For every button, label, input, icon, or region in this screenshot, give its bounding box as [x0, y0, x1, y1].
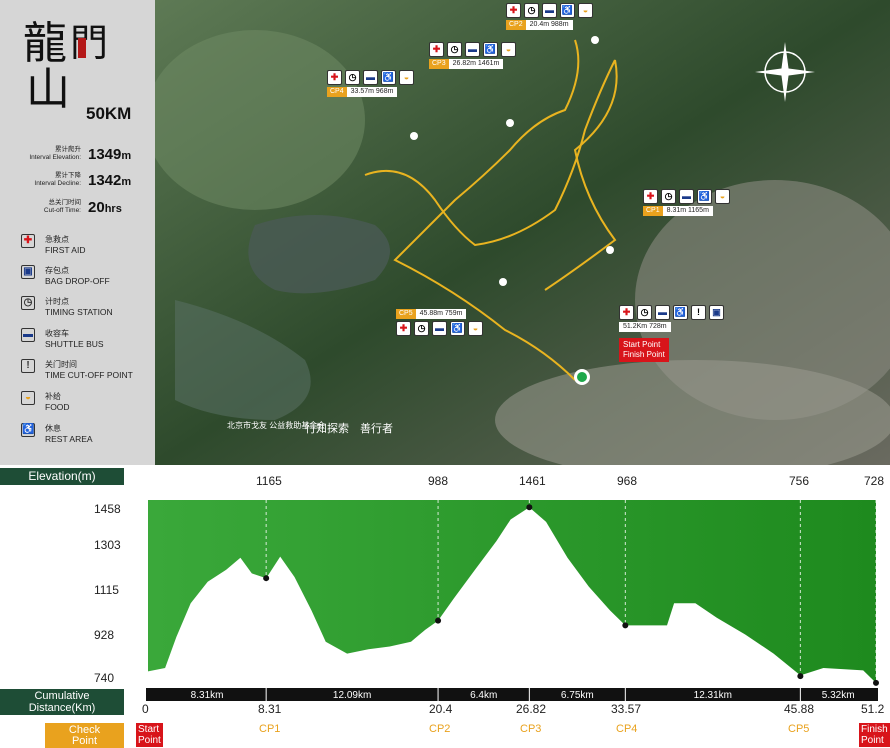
xtick-cp2: 20.4: [429, 702, 453, 716]
cp1-label: CP1: [259, 723, 281, 735]
sponsor-2: 行知探索: [305, 423, 349, 435]
check-point-header: Check Point: [45, 723, 124, 748]
svg-text:龍: 龍: [23, 18, 67, 69]
cp3-label: CP3: [520, 723, 542, 735]
checkpoint-dot-cp1: [263, 575, 270, 582]
segment-label-0: 8.31km: [191, 690, 224, 701]
bag-dropoff-icon: ▣: [21, 265, 35, 279]
stat-cutoff: 总关门时间 Cut-off Time: 20hrs: [43, 199, 122, 216]
cp5-label: CP5: [788, 723, 810, 735]
race-distance: 50KM: [86, 104, 132, 123]
cumulative-distance-header: Cumulative Distance(Km): [0, 689, 124, 715]
cp2-label: CP2: [429, 723, 451, 735]
xtick-finish: 51.2: [861, 702, 885, 716]
first-aid-icon: ✚: [21, 234, 35, 248]
satellite-map[interactable]: ✚ ◷ ▬ ♿ ◒ CP2 20.4m 988m ✚ ◷ ▬ ♿ ◒ CP3 26.82m 1461…: [145, 0, 890, 480]
race-logo: 龍 門 山: [18, 8, 128, 115]
xtick-zero: 0: [142, 702, 149, 716]
legend-shuttle-bus: ▬ 收容车 SHUTTLE BUS: [21, 328, 104, 349]
checkpoint-dot-finish: [873, 679, 879, 686]
segment-label-4: 12.31km: [694, 690, 732, 701]
segment-label-1: 12.09km: [333, 690, 371, 701]
xtick-cp5: 45.88: [784, 702, 815, 716]
map-cp5-marker[interactable]: CP5 45.88m 759m ✚ ◷ ▬ ♿ ◒: [396, 309, 483, 336]
cutoff-point-icon: !: [21, 359, 35, 373]
xtick-cp3: 26.82: [516, 702, 547, 716]
finish-point-label: Finish Point: [859, 723, 890, 747]
checkpoint-dot-cp5: [797, 673, 804, 680]
map-start-marker[interactable]: ✚ ◷ ▬ ♿! ▣ 51.2Km 728m: [619, 305, 724, 332]
xtick-cp1: 8.31: [258, 702, 282, 716]
legend-cutoff-point: ! 关门时间 TIME CUT-OFF POINT: [21, 359, 151, 387]
map-cp1-marker[interactable]: ✚ ◷ ▬ ♿ ◒ CP1 8.31m 1165m: [643, 189, 730, 216]
info-panel: 龍 門 山 50KM 累计爬升 Interval Elevation: 1349m…: [0, 0, 155, 465]
checkpoint-dot-cp3: [526, 504, 533, 511]
map-cp2-marker[interactable]: ✚ ◷ ▬ ♿ ◒ CP2 20.4m 988m: [506, 3, 593, 30]
timing-station-icon: ◷: [21, 296, 35, 310]
segment-label-3: 6.75km: [561, 690, 594, 701]
checkpoint-dot-cp2: [435, 617, 442, 624]
rest-area-icon: ♿: [21, 423, 35, 437]
segment-label-5: 5.32km: [822, 690, 855, 701]
legend-timing-station: ◷ 计时点 TIMING STATION: [21, 296, 151, 324]
shuttle-bus-icon: ▬: [21, 328, 35, 342]
start-point-label: Start Point: [136, 723, 163, 747]
distance-bar: [146, 688, 878, 701]
cp4-label: CP4: [616, 723, 638, 735]
legend-rest-area: ♿ 休息 REST AREA: [21, 423, 93, 444]
elevation-profile: Elevation(m) 1458 1303 1115 928 740 1165…: [0, 465, 890, 748]
legend-first-aid: ✚ 急救点 FIRST AID: [21, 234, 151, 262]
sponsor-3: 善行者: [360, 423, 393, 435]
svg-text:門: 門: [70, 21, 108, 65]
stat-elevation: 累计爬升 Interval Elevation: 1349m: [29, 146, 132, 163]
xtick-cp4: 33.57: [611, 702, 642, 716]
map-cp3-marker[interactable]: ✚ ◷ ▬ ♿ ◒ CP3 26.82m 1461m: [429, 42, 516, 69]
start-finish-label: Start Point Finish Point: [619, 338, 669, 362]
satellite-terrain: [145, 0, 890, 480]
stat-decline: 累计下降 Interval Decline: 1342m: [34, 172, 132, 189]
legend-food: ◒ 补给 FOOD: [21, 391, 151, 419]
svg-text:山: 山: [26, 64, 70, 108]
map-cp4-marker[interactable]: ✚ ◷ ▬ ♿ ◒ CP4 33.57m 968m: [327, 70, 414, 97]
food-icon: ◒: [21, 391, 35, 405]
segment-label-2: 6.4km: [470, 690, 497, 701]
checkpoint-dot-cp4: [622, 622, 629, 629]
legend-bag-dropoff: ▣ 存包点 BAG DROP-OFF: [21, 265, 151, 293]
race-map-section: 龍 門 山 50KM 累计爬升 Interval Elevation: 1349m…: [0, 0, 890, 480]
